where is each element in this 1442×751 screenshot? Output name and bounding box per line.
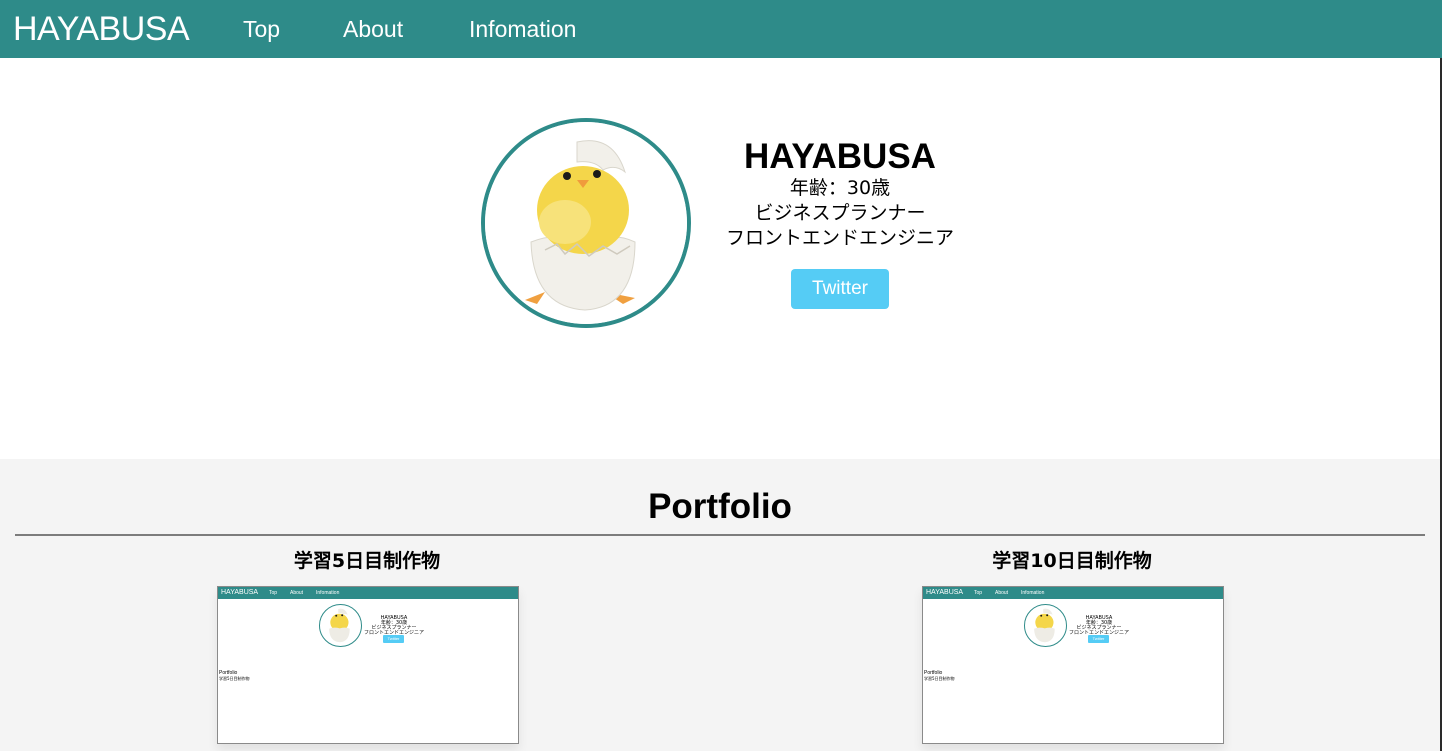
site-logo[interactable]: HAYABUSA xyxy=(13,9,190,49)
thumbnail-nav-infomation: Infomation xyxy=(316,590,340,596)
profile-role-planner: ビジネスプランナー xyxy=(754,202,926,224)
thumbnail-twitter-button: Twitter xyxy=(1088,635,1109,643)
thumbnail-avatar xyxy=(1024,604,1067,647)
thumbnail-nav-infomation: Infomation xyxy=(1021,590,1045,596)
profile-avatar xyxy=(481,118,691,328)
thumbnail-portfolio-sub: 学習5日目制作物 xyxy=(219,676,250,681)
profile-role-engineer: フロントエンドエンジニア xyxy=(725,227,954,249)
thumbnail-logo: HAYABUSA xyxy=(926,589,964,596)
nav-item-infomation[interactable]: Infomation xyxy=(469,15,576,43)
thumbnail-nav-top: Top xyxy=(269,590,278,596)
work-thumbnail-day5[interactable]: HAYABUSA Top About Infomation HAYABUSA 年… xyxy=(217,586,519,744)
portfolio-title: Portfolio xyxy=(648,487,792,526)
thumbnail-nav-about: About xyxy=(290,590,304,596)
thumbnail-avatar xyxy=(319,604,362,647)
thumbnail-nav-top: Top xyxy=(974,590,983,596)
chick-egg-icon xyxy=(485,122,687,324)
nav-item-top[interactable]: Top xyxy=(243,15,280,43)
thumbnail-portfolio-sub: 学習5日目制作物 xyxy=(924,676,955,681)
portfolio-section: Portfolio 学習5日目制作物 学習10日目制作物 HAYABUSA To… xyxy=(0,459,1440,751)
work-thumbnail-day10[interactable]: HAYABUSA Top About Infomation HAYABUSA 年… xyxy=(922,586,1224,744)
thumbnail-header: HAYABUSA Top About Infomation xyxy=(218,587,518,599)
profile-age: 年齢：30歳 xyxy=(789,177,891,199)
chick-egg-icon xyxy=(329,608,350,643)
thumbnail-header: HAYABUSA Top About Infomation xyxy=(923,587,1223,599)
thumbnail-logo: HAYABUSA xyxy=(221,589,259,596)
thumbnail-twitter-button: Twitter xyxy=(383,635,404,643)
twitter-button[interactable]: Twitter xyxy=(791,269,889,309)
site-header: HAYABUSA Top About Infomation xyxy=(0,0,1442,58)
work-title-day10: 学習10日目制作物 xyxy=(992,550,1152,572)
profile-name: HAYABUSA xyxy=(744,137,936,176)
portfolio-divider xyxy=(15,534,1425,536)
thumbnail-nav-about: About xyxy=(995,590,1009,596)
work-title-day5: 学習5日目制作物 xyxy=(293,550,441,572)
chick-egg-icon xyxy=(1034,608,1055,643)
nav-item-about[interactable]: About xyxy=(343,15,403,43)
